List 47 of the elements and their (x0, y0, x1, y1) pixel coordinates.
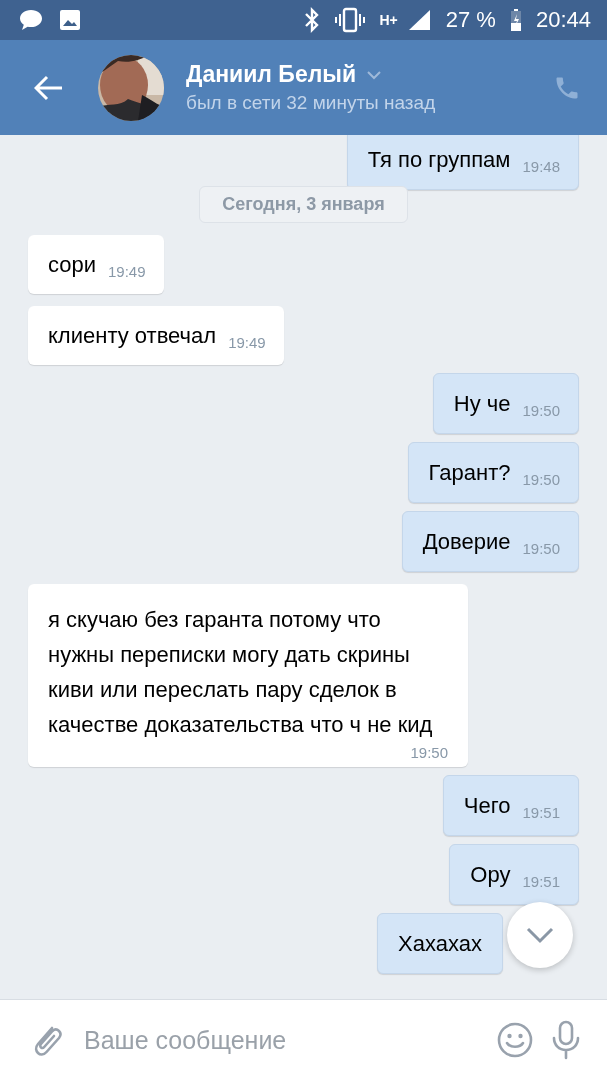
date-separator: Сегодня, 3 января (199, 186, 408, 223)
message-bubble[interactable]: сори 19:49 (28, 235, 164, 294)
message-text: Ору (470, 862, 511, 888)
message-bubble[interactable]: Доверие 19:50 (401, 511, 579, 572)
message-time: 19:51 (522, 804, 560, 821)
message-bubble[interactable]: я скучаю без гаранта потому что нужны переписки могу дать скрины киви или переслать пару сделок в качестве доказательства что ч не кид 19:50 (28, 584, 468, 767)
message-time: 19:49 (228, 334, 266, 351)
message-text: Хахахах (398, 931, 482, 957)
message-text: клиенту отвечал (48, 323, 217, 349)
message-composer[interactable]: Ваше сообщение (0, 999, 607, 1080)
message-time: 19:49 (108, 263, 146, 280)
message-bubble[interactable]: Хахахах (377, 913, 503, 974)
last-seen-status: был в сети 32 минуты назад (186, 92, 437, 114)
back-arrow-icon[interactable] (34, 74, 64, 101)
message-time: 19:50 (522, 540, 560, 557)
battery-icon (509, 8, 522, 32)
chevron-down-icon[interactable] (366, 69, 383, 80)
message-bubble[interactable]: Тя по группам 19:48 (346, 135, 579, 190)
microphone-icon[interactable] (551, 1020, 581, 1060)
message-bubble[interactable]: Ору 19:51 (449, 844, 579, 905)
message-bubble[interactable]: клиенту отвечал 19:49 (28, 306, 284, 365)
message-icon (18, 8, 44, 32)
message-text: Гарант? (428, 460, 511, 486)
clock: 20:44 (535, 7, 591, 33)
message-time: 19:48 (522, 158, 560, 175)
message-text: сори (48, 252, 96, 278)
message-time: 19:50 (522, 402, 560, 419)
message-text: Тя по группам (367, 147, 511, 173)
chevron-down-icon[interactable] (525, 926, 555, 944)
scroll-down-button[interactable] (507, 902, 573, 968)
message-text: я скучаю без гаранта потому что нужны переписки могу дать скрины киви или переслать пару сделок в качестве доказательства что ч не кид (48, 606, 434, 739)
message-input-field[interactable]: Ваше сообщение (82, 1024, 479, 1056)
message-time: 19:51 (522, 873, 560, 890)
message-time: 19:50 (410, 744, 448, 761)
message-text: Ну че (453, 391, 511, 417)
message-text: Чего (463, 793, 511, 819)
image-icon (58, 8, 82, 32)
smiley-icon[interactable] (497, 1022, 533, 1058)
vibrate-icon (335, 7, 366, 33)
message-bubble[interactable]: Чего 19:51 (442, 775, 579, 836)
message-bubble[interactable]: Ну че 19:50 (432, 373, 579, 434)
network-type: H+ (379, 12, 398, 28)
message-text: Доверие (422, 529, 511, 555)
contact-name[interactable]: Даниил Белый (186, 61, 357, 88)
battery-percent: 27 % (445, 7, 496, 33)
message-time: 19:50 (522, 471, 560, 488)
message-bubble[interactable]: Гарант? 19:50 (407, 442, 579, 503)
